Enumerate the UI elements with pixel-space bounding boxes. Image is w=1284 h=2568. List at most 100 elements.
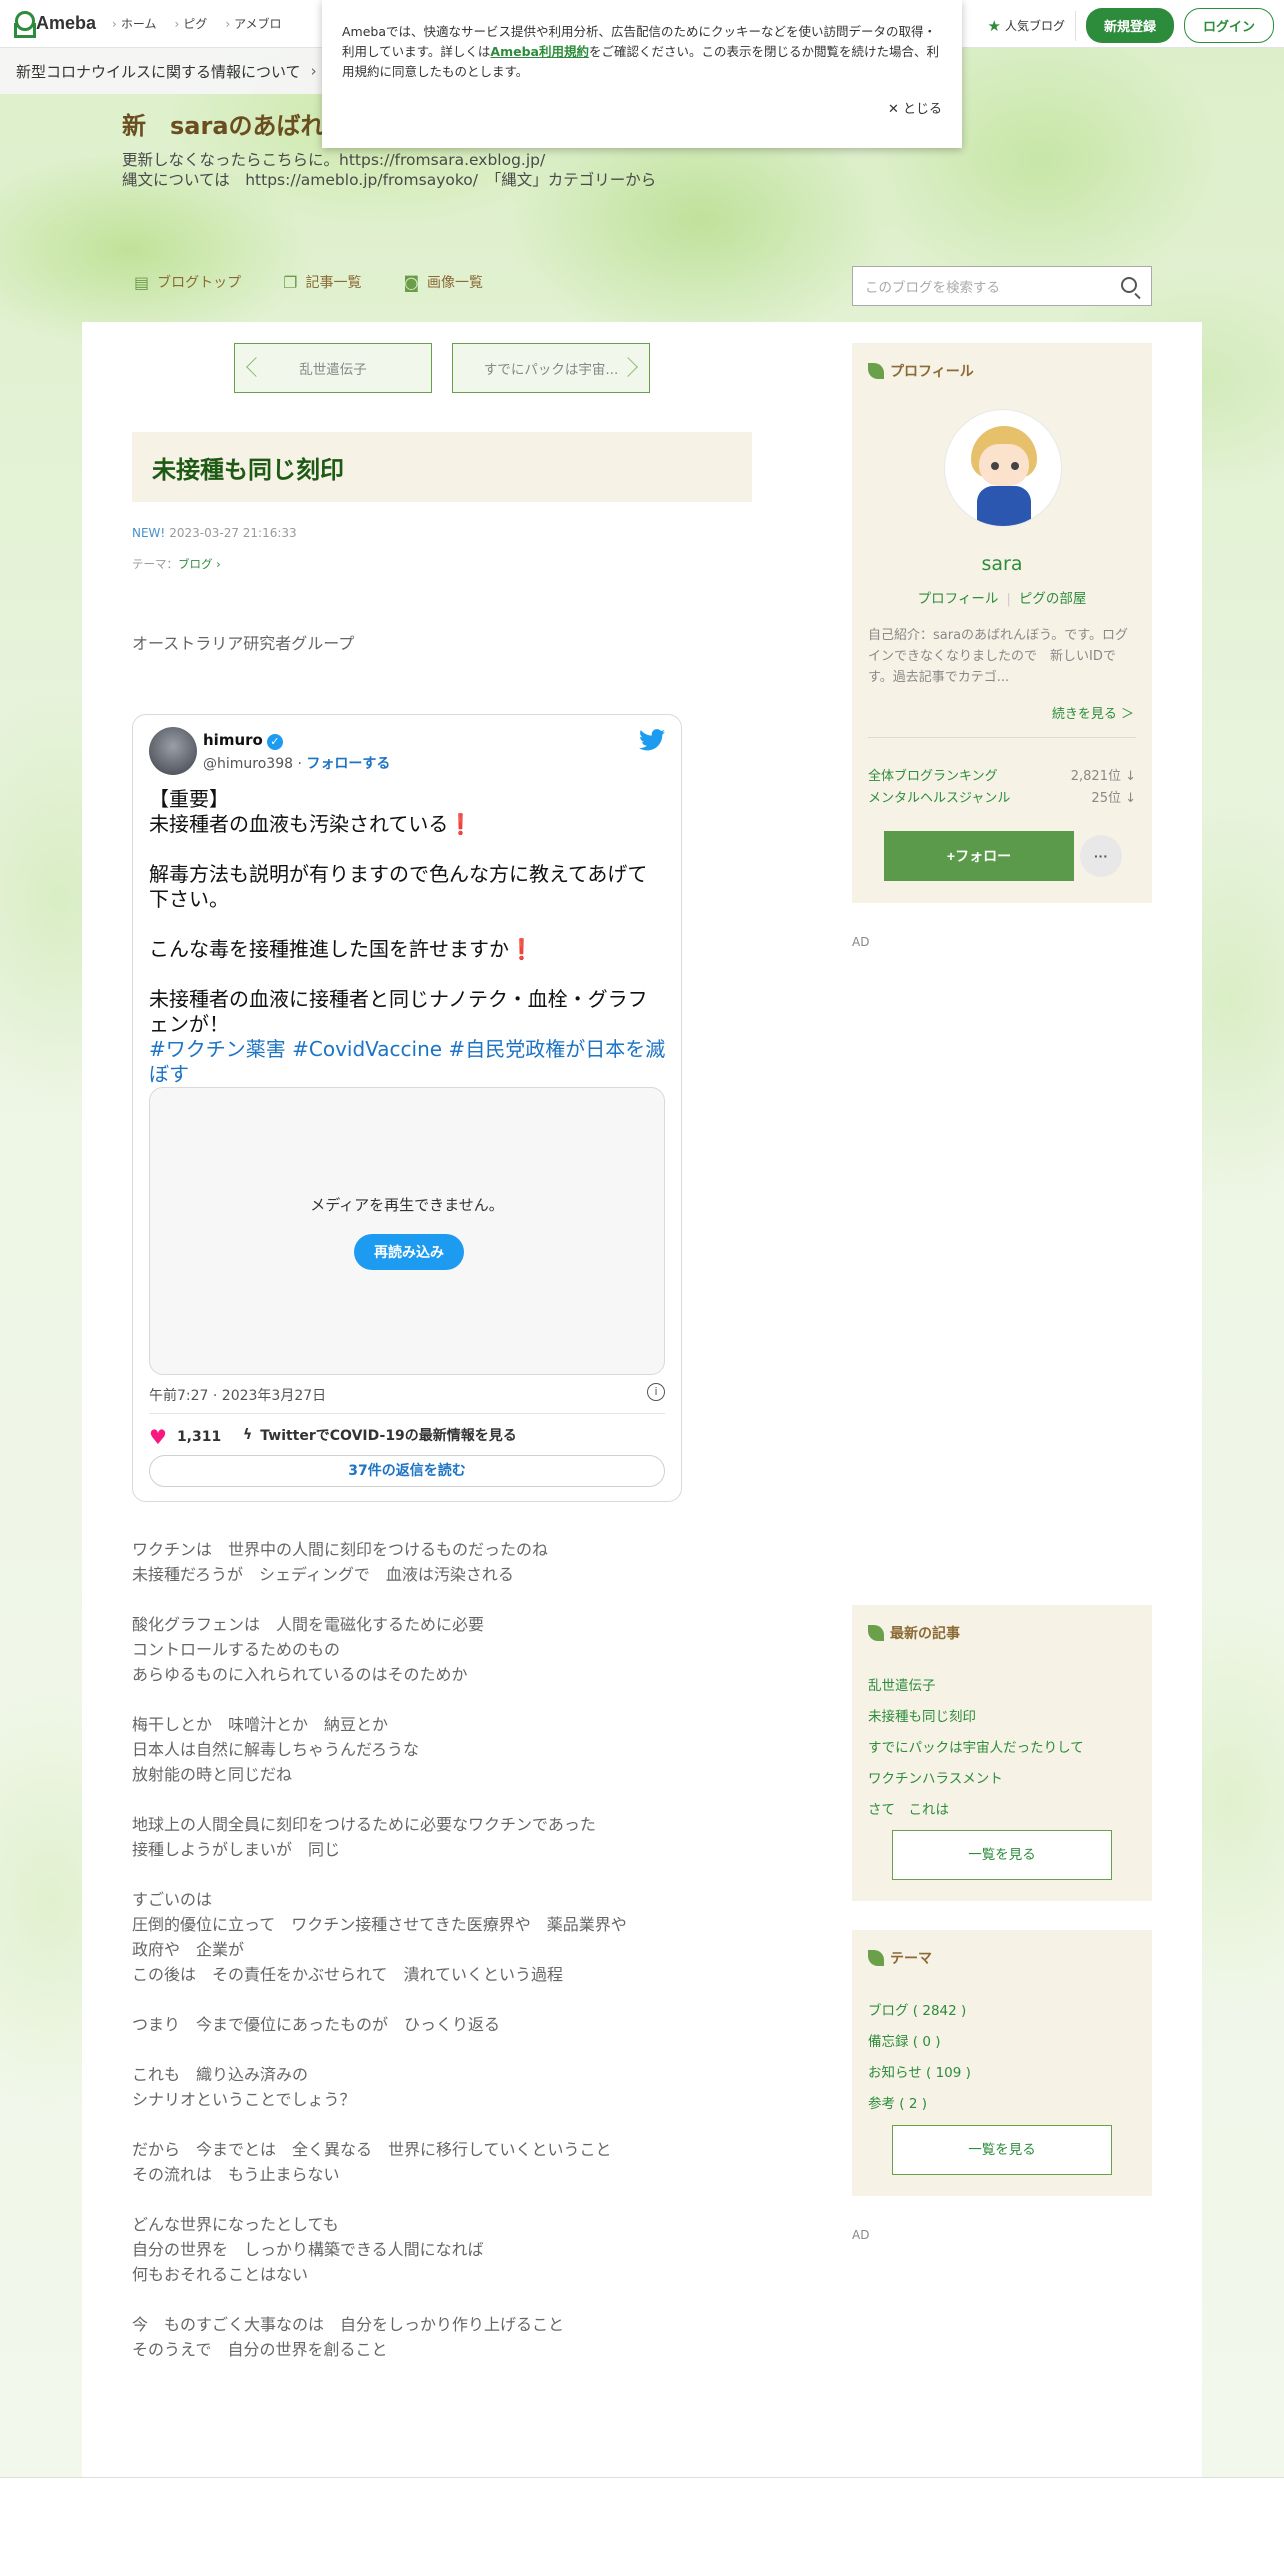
nav-right-group: ★ 人気ブログ 新規登録 ログイン bbox=[988, 8, 1274, 43]
profile-more-link[interactable]: 続きを見る ＞ bbox=[1052, 703, 1134, 722]
close-icon: ✕ bbox=[887, 102, 903, 117]
ranking-all-row[interactable]: 全体ブログランキング 2,821位 ↓ bbox=[868, 765, 1136, 784]
heart-icon: ♥ bbox=[149, 1425, 167, 1449]
profile-divider bbox=[868, 737, 1136, 738]
nav-link-home[interactable]: › ホーム bbox=[112, 15, 156, 32]
entry-title[interactable]: 未接種も同じ刻印 bbox=[152, 450, 344, 485]
embedded-tweet: himuro ✓ @himuro398 · フォローする 【重要】 未接種者の血液… bbox=[132, 714, 682, 1502]
list-item[interactable]: ワクチンハラスメント bbox=[868, 1764, 1084, 1795]
more-options-button[interactable]: ··· bbox=[1080, 835, 1122, 877]
list-item[interactable]: 乱世遣伝子 bbox=[868, 1671, 1084, 1702]
recent-all-button[interactable]: 一覧を見る bbox=[892, 1830, 1112, 1880]
ranking-genre-row[interactable]: メンタルヘルスジャンル 25位 ↓ bbox=[868, 787, 1136, 806]
cookie-consent-popup: Amebaでは、快適なサービス提供や利用分析、広告配信のためにクッキーなどを使い… bbox=[322, 0, 962, 148]
list-item[interactable]: ブログ ( 2842 ) bbox=[868, 1996, 971, 2027]
list-item[interactable]: 備忘録 ( 0 ) bbox=[868, 2027, 971, 2058]
blog-nav: ▤ ブログトップ ❐ 記事一覧 ◙ 画像一覧 bbox=[134, 272, 483, 292]
tweet-like-button[interactable]: ♥ 1,311 bbox=[149, 1425, 221, 1449]
blog-title[interactable]: 新 saraのあばれ bbox=[122, 106, 325, 141]
search-icon[interactable] bbox=[1121, 277, 1137, 293]
ameba-logo-icon bbox=[12, 10, 36, 38]
tweet-handle-row: @himuro398 · フォローする bbox=[203, 753, 390, 773]
avatar-eye bbox=[1011, 462, 1019, 470]
chevron-right-icon: › bbox=[174, 17, 180, 31]
list-item[interactable]: すでにパックは宇宙人だったりして bbox=[868, 1733, 1084, 1764]
blog-nav-top[interactable]: ▤ ブログトップ bbox=[134, 272, 241, 292]
profile-link[interactable]: プロフィール bbox=[918, 591, 999, 607]
avatar-face bbox=[979, 444, 1029, 486]
list-item[interactable]: さて これは bbox=[868, 1795, 1084, 1826]
chevron-right-icon: › bbox=[112, 17, 117, 31]
recent-heading-label: 最新の記事 bbox=[890, 1626, 960, 1642]
chevron-right-icon bbox=[618, 357, 638, 377]
entry-lead: オーストラリア研究者グループ bbox=[132, 634, 355, 653]
entry-paragraph: 今 ものすごく大事なのは 自分をしっかり作り上げること そのうえで 自分の世界を… bbox=[132, 2315, 565, 2359]
tweet-covid-link[interactable]: ϟ TwitterでCOVID-19の最新情報を見る bbox=[243, 1425, 517, 1445]
nav-link-ameblo[interactable]: › アメブロ bbox=[225, 15, 281, 32]
cookie-close-button[interactable]: ✕ とじる bbox=[888, 100, 942, 120]
entry-datetime: 2023-03-27 21:16:33 bbox=[169, 526, 297, 540]
entry-paragraph: 梅干しとか 味噌汁とか 納豆とか 日本人は自然に解毒しちゃうんだろうな 放射能の… bbox=[132, 1715, 420, 1784]
twitter-bird-icon[interactable] bbox=[639, 729, 665, 751]
ranking-genre-label: メンタルヘルスジャンル bbox=[868, 791, 1011, 806]
entry-paragraph: つまり 今まで優位にあったものが ひっくり返る bbox=[132, 2015, 501, 2034]
covid-info-bar[interactable]: 新型コロナウイルスに関する情報について › bbox=[0, 48, 330, 94]
list-item[interactable]: 未接種も同じ刻印 bbox=[868, 1702, 1084, 1733]
ranking-all-value: 2,821位 ↓ bbox=[1070, 769, 1136, 784]
entry-meta: NEW! 2023-03-27 21:16:33 bbox=[132, 526, 297, 540]
avatar-body bbox=[977, 486, 1031, 526]
next-entry-button[interactable]: すでにパックは宇宙... bbox=[452, 343, 650, 393]
tweet-author[interactable]: himuro ✓ bbox=[203, 731, 283, 750]
ranking-genre-value: 25位 ↓ bbox=[1091, 791, 1136, 806]
tweet-timestamp[interactable]: 午前7:27 · 2023年3月27日 bbox=[149, 1385, 326, 1405]
tweet-follow-link[interactable]: フォローする bbox=[306, 756, 390, 772]
global-nav-links: › ホーム › ピグ › アメブロ bbox=[112, 15, 282, 32]
tweet-reload-button[interactable]: 再読み込み bbox=[354, 1234, 464, 1270]
lightning-icon: ϟ bbox=[243, 1427, 253, 1443]
info-icon[interactable]: i bbox=[647, 1383, 665, 1401]
login-button[interactable]: ログイン bbox=[1183, 8, 1274, 43]
recent-list: 乱世遣伝子 未接種も同じ刻印 すでにパックは宇宙人だったりして ワクチンハラスメ… bbox=[868, 1671, 1084, 1826]
copy-icon: ❐ bbox=[283, 272, 298, 292]
list-item[interactable]: お知らせ ( 109 ) bbox=[868, 2058, 971, 2089]
entry-theme: テーマ：ブログ › bbox=[132, 556, 221, 572]
profile-heading-label: プロフィール bbox=[890, 364, 974, 380]
list-item[interactable]: 参考 ( 2 ) bbox=[868, 2089, 971, 2120]
nav-link-home-label: ホーム bbox=[120, 17, 157, 31]
leaf-icon bbox=[868, 1625, 884, 1641]
ameba-terms-link[interactable]: Ameba利用規約 bbox=[490, 44, 589, 59]
pig-room-link[interactable]: ピグの部屋 bbox=[1019, 591, 1087, 607]
ameba-logo-text: Ameba bbox=[36, 13, 97, 33]
tweet-handle: @himuro398 · bbox=[203, 756, 307, 772]
themes-box: テーマ ブログ ( 2842 ) 備忘録 ( 0 ) お知らせ ( 109 ) … bbox=[852, 1930, 1152, 2196]
entry-body: ワクチンは 世界中の人間に刻印をつけるものだったのね 未接種だろうが シェディン… bbox=[132, 1537, 772, 2387]
follow-button[interactable]: +フォロー bbox=[884, 831, 1074, 881]
popular-blog-link[interactable]: ★ 人気ブログ bbox=[988, 17, 1065, 35]
tweet-covid-label: TwitterでCOVID-19の最新情報を見る bbox=[260, 1428, 517, 1444]
entry-theme-link[interactable]: ブログ › bbox=[178, 557, 221, 571]
blog-nav-entries[interactable]: ❐ 記事一覧 bbox=[283, 272, 361, 292]
prev-entry-button[interactable]: 乱世遣伝子 bbox=[234, 343, 432, 393]
ranking-all-label: 全体ブログランキング bbox=[868, 769, 998, 784]
entry-paragraph: すごいのは 圧倒的優位に立って ワクチン接種させてきた医療界や 薬品業界や 政府… bbox=[132, 1890, 627, 1984]
blog-search-input[interactable]: このブログを検索する bbox=[852, 266, 1152, 306]
themes-heading-label: テーマ bbox=[890, 1951, 932, 1967]
tweet-avatar[interactable] bbox=[149, 727, 197, 775]
tweet-replies-button[interactable]: 37件の返信を読む bbox=[149, 1455, 665, 1487]
nav-link-pigg[interactable]: › ピグ bbox=[174, 15, 207, 32]
entry-paragraph: ワクチンは 世界中の人間に刻印をつけるものだったのね 未接種だろうが シェディン… bbox=[132, 1540, 549, 1584]
tweet-hashtags[interactable]: #ワクチン薬害 #CovidVaccine #自民党政権が日本を滅ぼす bbox=[149, 1037, 665, 1086]
themes-all-button[interactable]: 一覧を見る bbox=[892, 2125, 1112, 2175]
profile-links: プロフィール | ピグの部屋 bbox=[852, 587, 1152, 607]
blog-nav-images-label: 画像一覧 bbox=[427, 275, 483, 291]
entry-paragraph: どんな世界になったとしても 自分の世界を しっかり構築できる人間になれば 何もお… bbox=[132, 2215, 484, 2284]
avatar[interactable] bbox=[944, 409, 1062, 527]
blog-nav-images[interactable]: ◙ 画像一覧 bbox=[403, 272, 483, 292]
entry-paragraph: 酸化グラフェンは 人間を電磁化するために必要 コントロールするためのもの あらゆ… bbox=[132, 1615, 485, 1684]
ameba-logo[interactable]: Ameba bbox=[12, 10, 97, 38]
profile-name[interactable]: sara bbox=[852, 553, 1152, 575]
entry-theme-value: ブログ bbox=[178, 557, 213, 571]
register-button[interactable]: 新規登録 bbox=[1085, 8, 1174, 43]
profile-box: プロフィール sara プロフィール | ピグの部屋 自己紹介：saraのあばれんぼ… bbox=[852, 343, 1152, 903]
tweet-media: メディアを再生できません。 再読み込み bbox=[149, 1087, 665, 1375]
